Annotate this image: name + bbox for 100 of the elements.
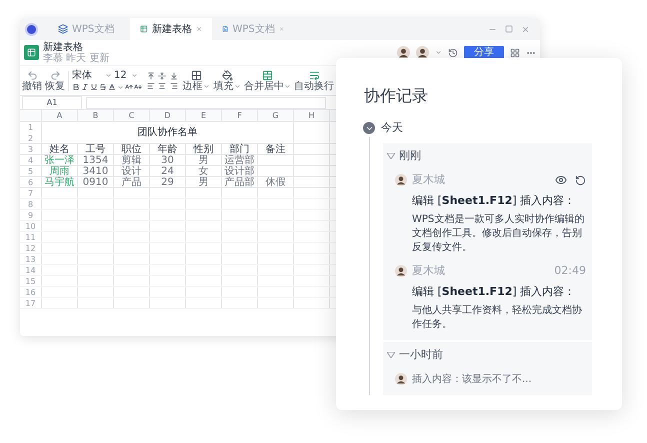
table-cell: 1354 <box>78 155 114 165</box>
row-number: 15 <box>20 276 42 286</box>
table-cell: 性别 <box>186 144 222 154</box>
table-cell: 产品 <box>114 177 150 187</box>
column-header[interactable]: F <box>222 110 258 121</box>
italic-icon[interactable] <box>81 83 89 91</box>
user-name: 夏木城 <box>412 263 445 279</box>
align-bottom-icon[interactable] <box>170 72 178 80</box>
align-middle-icon[interactable] <box>158 72 166 80</box>
grid-icon[interactable] <box>510 48 520 58</box>
merge-cells-icon <box>262 70 273 80</box>
redo-button[interactable]: 恢复 <box>45 70 65 92</box>
redo-icon <box>50 70 60 80</box>
table-cell: 运营部 <box>222 155 258 165</box>
column-header[interactable]: G <box>258 110 294 121</box>
row-number: 7 <box>20 188 42 198</box>
history-icon[interactable] <box>448 48 458 58</box>
table-cell: 设计 <box>114 166 150 176</box>
user-name: 夏木城 <box>412 172 445 188</box>
document-title: 新建表格 <box>43 42 84 52</box>
avatar-icon <box>395 373 407 385</box>
undo-icon[interactable] <box>575 174 586 186</box>
eye-icon[interactable] <box>555 174 567 186</box>
table-cell: 0910 <box>78 177 114 187</box>
share-button[interactable]: 分享 <box>464 46 504 60</box>
undo-icon <box>26 70 38 80</box>
table-cell: 3410 <box>78 166 114 176</box>
entry-action: 编辑 [Sheet1.F12] 插入内容： <box>412 284 576 300</box>
strikethrough-icon[interactable] <box>99 83 107 91</box>
decrease-font-icon[interactable] <box>134 83 142 91</box>
undo-button[interactable]: 撤销 <box>22 70 42 92</box>
layers-icon <box>58 24 68 34</box>
wrap-text-icon <box>308 70 320 80</box>
row-number: 12 <box>20 243 42 253</box>
table-cell: 剪辑 <box>114 155 150 165</box>
align-right-icon[interactable] <box>170 82 178 90</box>
table-cell: 张一泽 <box>42 155 78 165</box>
table-cell: 工号 <box>78 144 114 154</box>
caret-icon <box>284 82 291 90</box>
font-select[interactable]: 宋体 <box>72 70 112 81</box>
entry-content: WPS文档是一款可多人实时协作编辑的文档创作工具。修改后自动保存，告别反复传文件。 <box>412 213 586 255</box>
table-cell: 部门 <box>222 144 258 154</box>
grid-icon <box>190 70 202 80</box>
section-label: 今天 <box>381 120 403 136</box>
row-number: 17 <box>20 298 42 308</box>
collapse-button[interactable] <box>363 122 375 134</box>
caret-icon <box>202 82 210 90</box>
document-subtitle: 李慕 昨天 更新 <box>43 52 110 64</box>
table-cell: 产品部 <box>222 177 258 187</box>
table-cell: 职位 <box>114 144 150 154</box>
caret-icon <box>234 82 240 90</box>
table-cell: 30 <box>150 155 186 165</box>
group-label: 刚刚 <box>399 148 421 164</box>
group-label: 一小时前 <box>399 347 443 363</box>
name-box[interactable]: A1 <box>22 96 82 110</box>
align-center-icon[interactable] <box>158 82 166 90</box>
tab[interactable]: 新建表格 <box>130 18 212 40</box>
underline-icon[interactable] <box>90 83 98 91</box>
font-size-select[interactable]: 12 <box>114 70 138 81</box>
row-number: 11 <box>20 232 42 242</box>
table-cell: 24 <box>150 166 186 176</box>
column-header[interactable]: C <box>114 110 150 121</box>
table-cell: 姓名 <box>42 144 78 154</box>
avatar-icon <box>416 46 429 59</box>
column-header[interactable]: A <box>42 110 78 121</box>
table-cell: 女 <box>186 166 222 176</box>
merge-button[interactable]: 合并居中 <box>244 70 291 92</box>
fill-button[interactable]: 填充 <box>213 70 241 92</box>
entry-action: 插入内容：该显示不了不... <box>412 372 532 386</box>
table-cell: 备注 <box>258 144 294 154</box>
column-header[interactable]: E <box>186 110 222 121</box>
align-top-icon[interactable] <box>147 72 155 80</box>
row-number: 13 <box>20 254 42 264</box>
avatar-icon <box>397 46 410 59</box>
table-title: 团队协作名单 <box>42 122 294 143</box>
paint-bucket-icon <box>222 70 232 80</box>
row-number: 2 <box>26 133 34 144</box>
column-header[interactable]: D <box>150 110 186 121</box>
row-number: 16 <box>20 287 42 297</box>
entry-content: 与他人共享工作资料，轻松完成文档协作任务。 <box>412 304 583 332</box>
row-number: 5 <box>20 166 42 176</box>
expand-toggle-icon[interactable] <box>387 152 395 159</box>
panel-title: 协作记录 <box>364 85 429 107</box>
expand-toggle-icon[interactable] <box>387 352 395 358</box>
table-cell: 29 <box>150 177 186 187</box>
entry-time: 02:49 <box>554 263 586 279</box>
table-cell: 周雨 <box>42 166 78 176</box>
border-button[interactable]: 边框 <box>182 70 210 92</box>
bold-icon[interactable] <box>72 83 80 91</box>
row-number: 1 <box>26 122 34 133</box>
increase-font-icon[interactable] <box>125 83 133 91</box>
font-color-icon[interactable] <box>108 83 116 91</box>
table-cell: 设计部 <box>222 166 258 176</box>
column-header[interactable]: H <box>294 110 330 121</box>
column-header[interactable]: B <box>78 110 114 121</box>
app-logo-icon[interactable] <box>25 22 38 36</box>
table-cell: 男 <box>186 177 222 187</box>
align-left-icon[interactable] <box>147 82 155 90</box>
table-cell: 男 <box>186 155 222 165</box>
wrap-text-button[interactable]: 自动换行 <box>294 70 334 92</box>
